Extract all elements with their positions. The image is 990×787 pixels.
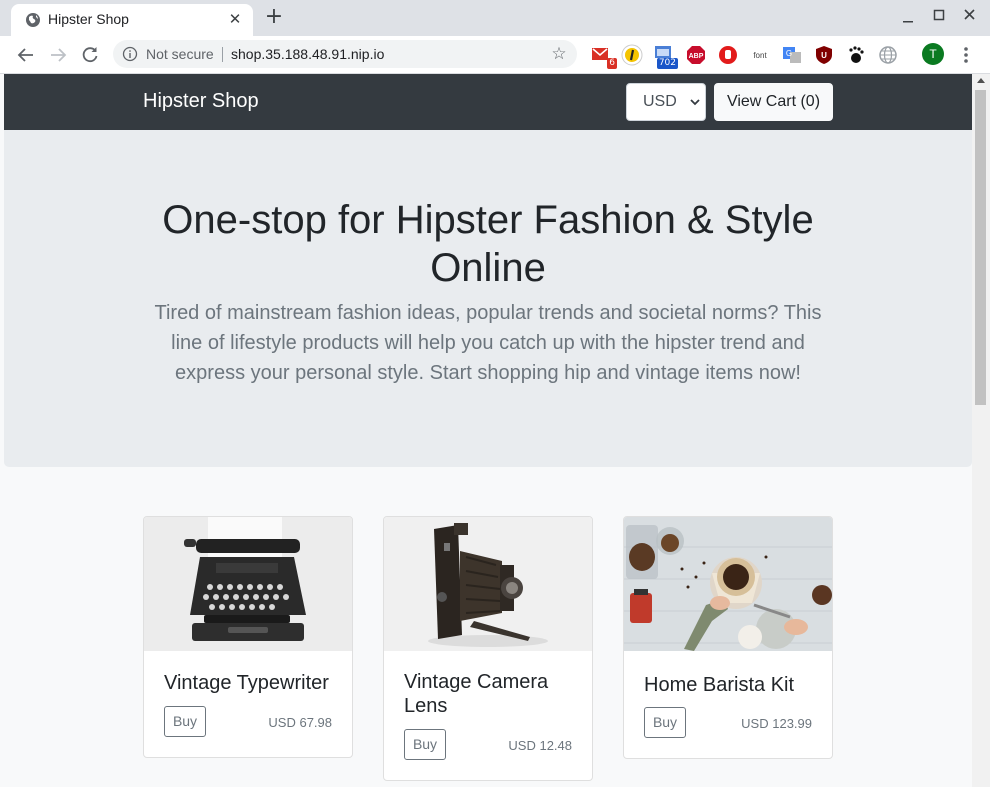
scrollbar-thumb[interactable] xyxy=(975,90,986,405)
minimize-icon xyxy=(903,21,913,23)
buy-button[interactable]: Buy xyxy=(644,707,686,738)
menu-dots-icon[interactable] xyxy=(956,44,976,66)
buy-button[interactable]: Buy xyxy=(164,706,206,737)
camera-image[interactable] xyxy=(384,517,592,651)
translate-icon: G xyxy=(783,47,801,63)
page-viewport: Hipster Shop USD View Cart (0) One-stop … xyxy=(4,74,972,787)
font-extension-icon[interactable]: font xyxy=(749,44,771,66)
close-window-button[interactable] xyxy=(955,4,985,28)
barista-kit-image[interactable] xyxy=(624,517,832,651)
address-bar[interactable]: Not secure shop.35.188.48.91.nip.io ☆ xyxy=(113,40,577,68)
world-icon xyxy=(879,46,897,64)
back-arrow-icon[interactable] xyxy=(13,42,39,68)
maximize-icon xyxy=(933,9,945,21)
product-title[interactable]: Home Barista Kit xyxy=(644,673,794,697)
reload-icon[interactable] xyxy=(77,42,103,68)
gnome-foot-icon xyxy=(849,46,864,63)
new-tab-button[interactable]: + xyxy=(262,6,286,30)
currency-value: USD xyxy=(643,93,677,110)
product-price: USD 12.48 xyxy=(508,738,572,753)
bookmark-star-icon[interactable]: ☆ xyxy=(549,44,569,64)
view-cart-button[interactable]: View Cart (0) xyxy=(714,83,833,121)
browser-tab[interactable]: Hipster Shop ✕ xyxy=(11,4,253,36)
font-label: font xyxy=(753,51,767,60)
page-scrollbar[interactable] xyxy=(972,74,990,787)
gnome-extension-icon[interactable] xyxy=(845,44,867,66)
hero-banner: One-stop for Hipster Fashion & Style Onl… xyxy=(4,130,972,467)
globe-extension-icon[interactable] xyxy=(877,44,899,66)
ublock-icon: U xyxy=(816,46,832,64)
adblock-icon: ABP xyxy=(687,46,705,64)
profile-avatar[interactable]: T xyxy=(922,43,944,65)
ublock-extension-icon[interactable]: U xyxy=(813,44,835,66)
product-price: USD 123.99 xyxy=(741,716,812,731)
svg-text:G: G xyxy=(786,49,792,58)
hero-title: One-stop for Hipster Fashion & Style Onl… xyxy=(162,198,814,290)
lastpass-icon xyxy=(621,44,643,66)
browser-toolbar: Not secure shop.35.188.48.91.nip.io ☆ 6 … xyxy=(0,36,990,74)
product-title[interactable]: Vintage Camera Lens xyxy=(404,670,574,718)
chevron-down-icon xyxy=(690,99,700,106)
info-icon[interactable] xyxy=(122,46,138,62)
maximize-button[interactable] xyxy=(924,4,954,28)
adblock-extension-icon[interactable]: ABP xyxy=(685,44,707,66)
brand-logo[interactable]: Hipster Shop xyxy=(143,90,259,113)
lastpass-extension-icon[interactable] xyxy=(621,44,643,66)
tab-title: Hipster Shop xyxy=(48,11,129,27)
url-text[interactable]: shop.35.188.48.91.nip.io xyxy=(231,46,384,62)
site-header: Hipster Shop USD View Cart (0) xyxy=(4,74,972,130)
calendar-badge: 702 xyxy=(656,58,678,69)
stop-extension-icon[interactable] xyxy=(717,44,739,66)
gmail-extension-icon[interactable]: 6 xyxy=(591,44,617,69)
forward-arrow-icon[interactable] xyxy=(45,42,71,68)
product-card-typewriter[interactable]: Vintage Typewriter Buy USD 67.98 xyxy=(143,516,353,758)
font-icon: font xyxy=(753,51,767,60)
tab-close-icon[interactable]: ✕ xyxy=(225,10,245,30)
gmail-badge: 6 xyxy=(607,58,617,69)
product-title[interactable]: Vintage Typewriter xyxy=(164,671,329,695)
buy-button[interactable]: Buy xyxy=(404,729,446,760)
adblock-label: ABP xyxy=(689,53,704,60)
browser-tab-strip: Hipster Shop ✕ + xyxy=(0,0,990,36)
close-icon xyxy=(964,9,975,20)
product-price: USD 67.98 xyxy=(268,715,332,730)
product-card-barista-kit[interactable]: Home Barista Kit Buy USD 123.99 xyxy=(623,516,833,759)
typewriter-image[interactable] xyxy=(144,517,352,651)
minimize-button[interactable] xyxy=(893,4,923,28)
globe-icon xyxy=(26,13,40,27)
translate-extension-icon[interactable]: G xyxy=(781,44,803,66)
currency-select[interactable]: USD xyxy=(626,83,706,121)
calendar-extension-icon[interactable]: 702 xyxy=(652,44,678,69)
product-card-camera-lens[interactable]: Vintage Camera Lens Buy USD 12.48 xyxy=(383,516,593,781)
security-label[interactable]: Not secure xyxy=(146,46,214,62)
scroll-up-arrow-icon[interactable] xyxy=(977,78,985,83)
ublock-label: U xyxy=(821,51,827,60)
hand-stop-icon xyxy=(719,46,737,64)
address-separator xyxy=(222,47,223,62)
hero-lead: Tired of mainstream fashion ideas, popul… xyxy=(154,302,822,384)
